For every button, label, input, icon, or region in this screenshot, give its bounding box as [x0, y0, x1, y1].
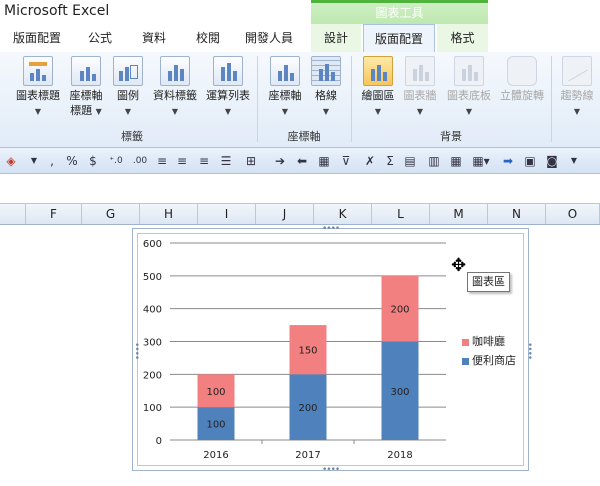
legend-label: 便利商店	[472, 354, 516, 367]
y-tick-label: 500	[143, 272, 162, 283]
data-label: 100	[206, 387, 225, 398]
legend-entry-store[interactable]: 便利商店	[462, 352, 516, 368]
y-tick-label: 300	[143, 338, 162, 349]
x-tick-label: 2017	[295, 450, 320, 461]
plot-area[interactable]: 0 100 200 300 400 500 600 100 100 2016 200 150 2017 3…	[0, 0, 600, 486]
data-label: 200	[298, 403, 317, 414]
legend-swatch	[462, 357, 469, 365]
y-tick-label: 0	[156, 436, 162, 447]
legend-entry-cafe[interactable]: 咖啡廳	[462, 333, 505, 349]
data-label: 300	[390, 387, 409, 398]
legend-label: 咖啡廳	[472, 335, 505, 348]
tooltip: 圖表區	[467, 272, 510, 292]
move-cursor-icon: ✥	[451, 255, 467, 276]
data-label: 100	[206, 420, 225, 431]
y-tick-label: 100	[143, 403, 162, 414]
data-label: 150	[298, 346, 317, 357]
legend-swatch	[462, 338, 469, 346]
y-tick-label: 600	[143, 239, 162, 250]
x-tick-label: 2016	[203, 450, 228, 461]
x-tick-label: 2018	[387, 450, 412, 461]
y-tick-label: 200	[143, 370, 162, 381]
data-label: 200	[390, 305, 409, 316]
y-tick-label: 400	[143, 305, 162, 316]
